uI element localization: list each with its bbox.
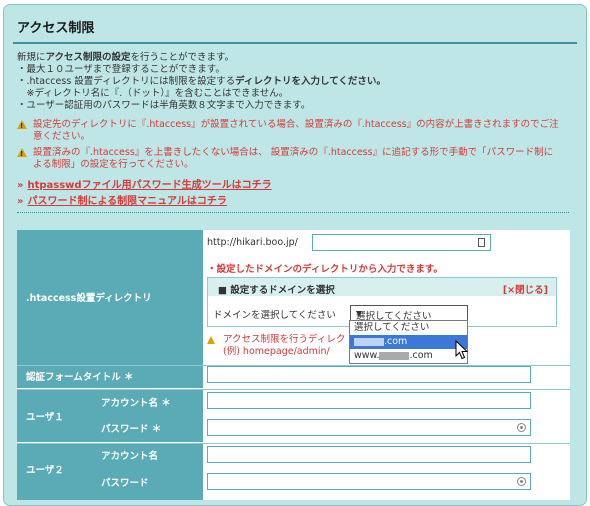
redacted-text (379, 351, 410, 360)
chevron-down-icon (356, 311, 362, 317)
eye-icon[interactable] (517, 423, 526, 432)
directory-input[interactable] (312, 234, 491, 251)
close-domain-box-button[interactable]: [×閉じる] (503, 282, 548, 296)
dir-warning: アクセス制限を行うディレク (例) homepage/admin/ (207, 334, 345, 358)
user2-password-input[interactable] (207, 473, 531, 490)
auth-title-label-cell: 認証フォームタイトル ＊ (17, 366, 203, 388)
eye-icon[interactable] (517, 477, 526, 486)
intro-line: ※ディレクトリ名に『.（ドット）』を含むことはできません。 (17, 88, 289, 99)
double-chevron-right-icon: » (17, 180, 24, 191)
manual-link[interactable]: » パスワード制による制限マニュアルはコチラ (17, 192, 227, 207)
intro-line: ・.htaccess 設置ディレクトリには制限を設定するディレクトリを入力してく… (17, 76, 386, 87)
warning-triangle-icon (207, 336, 215, 344)
intro-line: ・ユーザー認証用のパスワードは半角英数８文字まで入力できます。 (17, 100, 311, 111)
dropdown-option[interactable]: 選択してください (350, 321, 467, 335)
warning-triangle-icon (17, 120, 27, 132)
user2-label-cell: ユーザ２ アカウント名 パスワード (17, 444, 203, 500)
intro-line: ・最大１０ユーザまで登録することができます。 (17, 64, 225, 75)
auth-title-input[interactable] (207, 366, 531, 383)
warning-manual-append: 設置済みの『.htaccess』を上書きしたくない場合は、 設置済みの『.hta… (17, 147, 562, 171)
user1-account-input[interactable] (207, 392, 531, 409)
calendar-icon (478, 238, 485, 247)
domain-note: ・設定したドメインのディレクトリから入力できます。 (207, 264, 443, 275)
warning-overwrite: 設定先のディレクトリに『.htaccess』が設置されている場合、設置済みの『.… (17, 119, 562, 143)
user1-password-input[interactable] (207, 419, 531, 436)
domain-select[interactable]: 選択してください (350, 305, 468, 322)
dropdown-option[interactable]: www. .com (350, 349, 467, 363)
url-prefix: http://hikari.boo.jp/ (207, 237, 298, 248)
htaccess-dir-label-cell: .htaccess設置ディレクトリ (17, 230, 203, 365)
title-bar: アクセス制限 (4, 5, 586, 45)
warning-triangle-icon (17, 148, 27, 160)
domain-dropdown-list: 選択してください .com www. .com (349, 320, 468, 364)
domain-prompt: ドメインを選択してください (213, 310, 336, 321)
intro-text: 新規にアクセス制限の設定を行うことができます。 ・最大１０ユーザまで登録すること… (17, 52, 567, 112)
title-divider (13, 42, 577, 44)
section-divider (17, 212, 569, 213)
mouse-pointer-icon (455, 340, 469, 360)
dropdown-option-selected[interactable]: .com (350, 335, 467, 349)
double-chevron-right-icon: » (17, 196, 24, 207)
domain-box-header: ■ 設定するドメインを選択 [×閉じる] (208, 278, 556, 296)
redacted-text (354, 337, 384, 346)
user1-label-cell: ユーザ１ アカウント名 ＊ パスワード ＊ (17, 390, 203, 442)
restriction-form: .htaccess設置ディレクトリ http://hikari.boo.jp/ … (17, 230, 570, 500)
page-title: アクセス制限 (17, 21, 95, 36)
intro-line: 新規にアクセス制限の設定を行うことができます。 (17, 52, 235, 63)
user2-account-input[interactable] (207, 446, 531, 463)
htpasswd-tool-link[interactable]: » htpasswdファイル用パスワード生成ツールはコチラ (17, 176, 272, 191)
